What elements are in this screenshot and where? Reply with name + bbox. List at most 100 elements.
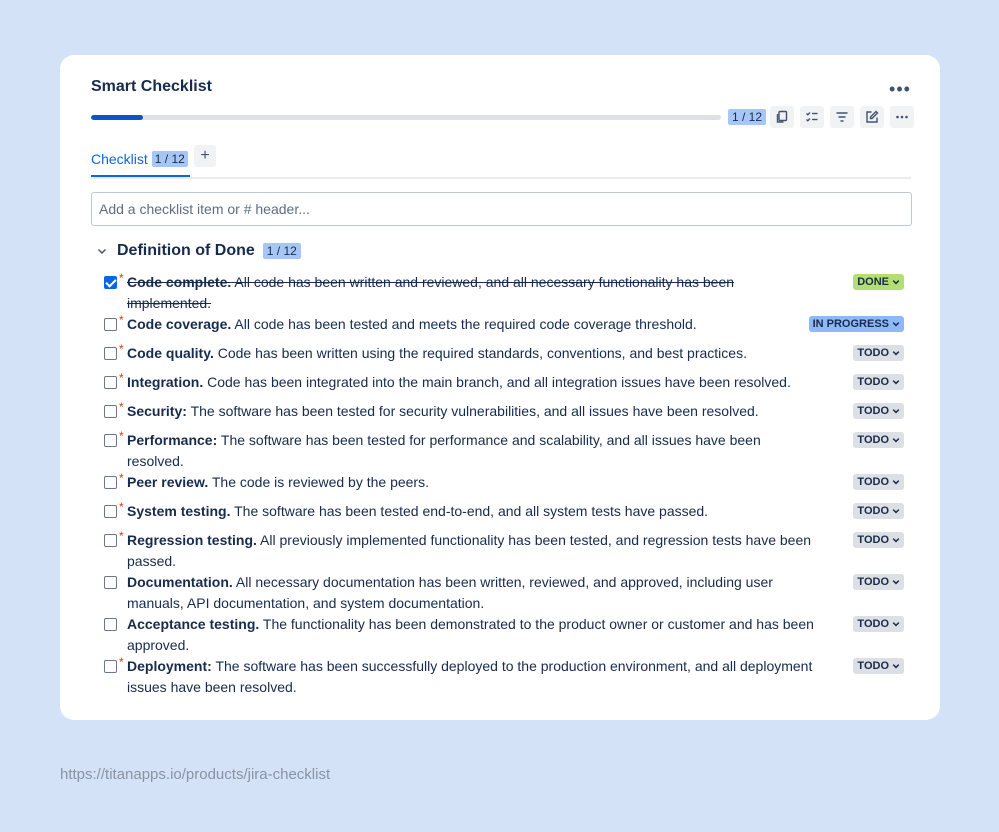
status-dropdown[interactable]: TODO bbox=[853, 503, 904, 519]
item-checkbox[interactable] bbox=[104, 505, 117, 518]
status-dropdown[interactable]: TODO bbox=[853, 658, 904, 674]
checklist-tabs: Checklist 1 / 12 + bbox=[91, 143, 911, 179]
status-dropdown[interactable]: TODO bbox=[853, 574, 904, 590]
required-marker: * bbox=[119, 271, 124, 285]
tab-label: Checklist bbox=[91, 151, 148, 167]
checklist-item: Documentation. All necessary documentati… bbox=[104, 572, 904, 614]
item-title: Code complete. bbox=[127, 274, 232, 290]
checklist-item: * Integration. Code has been integrated i… bbox=[104, 371, 904, 401]
item-title: Performance: bbox=[127, 432, 218, 448]
add-item-input[interactable] bbox=[91, 192, 912, 226]
section-title: Definition of Done bbox=[117, 242, 255, 259]
section-count: 1 / 12 bbox=[262, 243, 301, 259]
chevron-down-icon bbox=[892, 280, 900, 285]
copy-icon[interactable] bbox=[770, 106, 794, 128]
more-icon[interactable] bbox=[890, 106, 914, 128]
item-description: All code has been tested and meets the r… bbox=[234, 316, 697, 332]
progress-fill bbox=[91, 115, 144, 120]
status-dropdown[interactable]: TODO bbox=[853, 345, 904, 361]
checklist-item: * Deployment: The software has been succe… bbox=[104, 655, 904, 698]
item-checkbox[interactable] bbox=[104, 347, 117, 360]
item-text[interactable]: Code complete. All code has been written… bbox=[127, 272, 817, 314]
item-checkbox[interactable] bbox=[104, 534, 117, 547]
item-text[interactable]: Security: The software has been tested f… bbox=[127, 401, 817, 422]
status-dropdown[interactable]: TODO bbox=[853, 616, 904, 632]
chevron-down-icon bbox=[892, 438, 900, 443]
required-marker: * bbox=[119, 529, 124, 543]
progress-count: 1 / 12 bbox=[728, 109, 767, 125]
chevron-down-icon bbox=[892, 538, 900, 543]
progress-bar bbox=[91, 115, 721, 120]
required-marker: * bbox=[119, 429, 124, 443]
status-dropdown[interactable]: TODO bbox=[853, 403, 904, 419]
item-text[interactable]: Deployment: The software has been succes… bbox=[127, 656, 817, 698]
status-label: TODO bbox=[857, 405, 889, 417]
item-text[interactable]: Acceptance testing. The functionality ha… bbox=[127, 614, 817, 656]
item-title: Regression testing. bbox=[127, 532, 257, 548]
required-marker: * bbox=[119, 655, 124, 669]
checklist-item: * Security: The software has been tested … bbox=[104, 400, 904, 430]
item-checkbox[interactable] bbox=[104, 405, 117, 418]
status-label: TODO bbox=[857, 660, 889, 672]
status-label: TODO bbox=[857, 434, 889, 446]
item-checkbox[interactable] bbox=[104, 476, 117, 489]
item-checkbox[interactable] bbox=[104, 276, 117, 289]
item-text[interactable]: Code coverage. All code has been tested … bbox=[127, 314, 817, 335]
item-checkbox[interactable] bbox=[104, 434, 117, 447]
status-dropdown[interactable]: TODO bbox=[853, 532, 904, 548]
item-description: Code has been written using the required… bbox=[217, 345, 747, 361]
chevron-down-icon bbox=[892, 351, 900, 356]
item-checkbox[interactable] bbox=[104, 318, 117, 331]
item-text[interactable]: System testing. The software has been te… bbox=[127, 501, 817, 522]
status-dropdown[interactable]: TODO bbox=[853, 432, 904, 448]
status-label: TODO bbox=[857, 347, 889, 359]
item-checkbox[interactable] bbox=[104, 618, 117, 631]
chevron-down-icon[interactable] bbox=[96, 245, 108, 257]
status-dropdown[interactable]: TODO bbox=[853, 474, 904, 490]
status-label: TODO bbox=[857, 534, 889, 546]
item-text[interactable]: Documentation. All necessary documentati… bbox=[127, 572, 817, 614]
item-title: Code quality. bbox=[127, 345, 214, 361]
item-title: System testing. bbox=[127, 503, 231, 519]
item-description: The software has been successfully deplo… bbox=[127, 658, 813, 695]
checklist-toolbar bbox=[770, 106, 914, 128]
item-text[interactable]: Integration. Code has been integrated in… bbox=[127, 372, 817, 393]
status-label: TODO bbox=[857, 618, 889, 630]
tab-checklist[interactable]: Checklist 1 / 12 bbox=[91, 143, 190, 177]
item-checkbox[interactable] bbox=[104, 576, 117, 589]
item-description: Code has been integrated into the main b… bbox=[207, 374, 791, 390]
required-marker: * bbox=[119, 371, 124, 385]
status-label: TODO bbox=[857, 576, 889, 588]
chevron-down-icon bbox=[892, 580, 900, 585]
item-text[interactable]: Code quality. Code has been written usin… bbox=[127, 343, 817, 364]
checklist-item: * Peer review. The code is reviewed by th… bbox=[104, 471, 904, 501]
item-title: Acceptance testing. bbox=[127, 616, 260, 632]
checklist-icon[interactable] bbox=[800, 106, 824, 128]
item-title: Code coverage. bbox=[127, 316, 232, 332]
chevron-down-icon bbox=[892, 480, 900, 485]
status-label: TODO bbox=[857, 376, 889, 388]
checklist-item: * Code quality. Code has been written usi… bbox=[104, 342, 904, 372]
tab-count: 1 / 12 bbox=[151, 151, 188, 167]
chevron-down-icon bbox=[892, 664, 900, 669]
status-dropdown[interactable]: IN PROGRESS bbox=[808, 316, 904, 332]
status-dropdown[interactable]: TODO bbox=[853, 374, 904, 390]
required-marker: * bbox=[119, 342, 124, 356]
edit-icon[interactable] bbox=[860, 106, 884, 128]
item-description: The code is reviewed by the peers. bbox=[211, 474, 429, 490]
status-dropdown[interactable]: DONE bbox=[853, 274, 904, 290]
checklist-item: Acceptance testing. The functionality ha… bbox=[104, 614, 904, 656]
status-label: IN PROGRESS bbox=[812, 318, 889, 330]
panel-more-icon[interactable]: ••• bbox=[886, 79, 914, 99]
panel-title: Smart Checklist bbox=[91, 78, 212, 95]
item-text[interactable]: Performance: The software has been teste… bbox=[127, 430, 817, 472]
add-tab-button[interactable]: + bbox=[194, 145, 216, 167]
item-text[interactable]: Regression testing. All previously imple… bbox=[127, 530, 817, 572]
filter-icon[interactable] bbox=[830, 106, 854, 128]
item-checkbox[interactable] bbox=[104, 660, 117, 673]
item-checkbox[interactable] bbox=[104, 376, 117, 389]
chevron-down-icon bbox=[892, 409, 900, 414]
item-text[interactable]: Peer review. The code is reviewed by the… bbox=[127, 472, 817, 493]
required-marker: * bbox=[119, 471, 124, 485]
checklist-item: * Code coverage. All code has been tested… bbox=[104, 313, 904, 343]
